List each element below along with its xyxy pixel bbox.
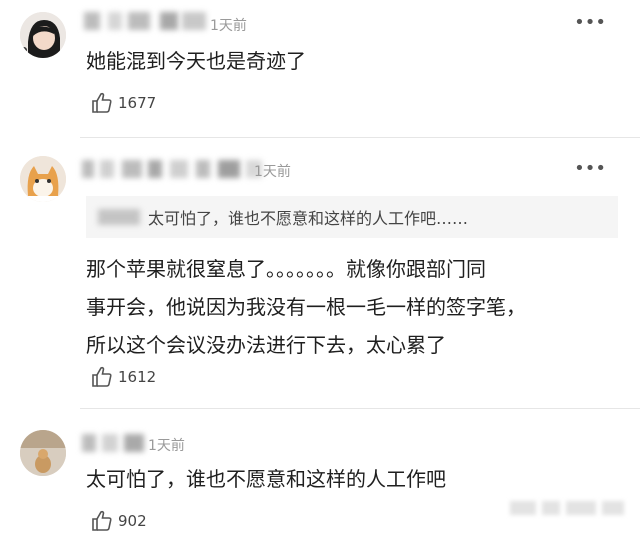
more-options-icon[interactable]: ••• [574, 12, 606, 33]
comment-text-line: 事开会，他说因为我没有一根一毛一样的签字笔， [86, 295, 526, 319]
comment-text: 她能混到今天也是奇迹了 [86, 49, 306, 73]
comment-text: 那个苹果就很窒息了。。。。。。。就像你跟部门同 事开会，他说因为我没有一根一毛一… [86, 250, 626, 364]
thumbs-up-icon [92, 366, 112, 387]
timestamp: 1天前 [210, 18, 247, 34]
username-blurred[interactable] [82, 432, 144, 454]
avatar[interactable] [20, 156, 66, 202]
username-blurred[interactable] [82, 158, 262, 180]
like-button[interactable]: 902 [90, 508, 147, 534]
quoted-text: 太可怕了，谁也不愿意和这样的人工作吧…… [148, 209, 469, 228]
like-button[interactable]: 1612 [90, 364, 156, 390]
divider [80, 408, 640, 409]
comment-text-line: 所以这个会议没办法进行下去，太心累了 [86, 333, 446, 357]
thumbs-up-icon [92, 92, 112, 113]
comment-text-line: 那个苹果就很窒息了。。。。。。。就像你跟部门同 [86, 257, 486, 281]
quoted-username-blurred [98, 209, 140, 225]
divider [80, 137, 640, 138]
like-button[interactable]: 1677 [90, 90, 156, 116]
timestamp: 1天前 [148, 438, 185, 454]
like-count: 1677 [118, 94, 157, 112]
watermark-blurred [480, 492, 640, 524]
quoted-reply[interactable]: 太可怕了，谁也不愿意和这样的人工作吧…… [86, 196, 618, 238]
avatar[interactable] [20, 12, 66, 58]
timestamp: 1天前 [254, 164, 291, 180]
like-count: 1612 [118, 368, 157, 386]
like-count: 902 [118, 512, 147, 530]
thumbs-up-icon [92, 510, 112, 531]
avatar[interactable] [20, 430, 66, 476]
more-options-icon[interactable]: ••• [574, 158, 606, 179]
username-blurred[interactable] [84, 10, 206, 32]
